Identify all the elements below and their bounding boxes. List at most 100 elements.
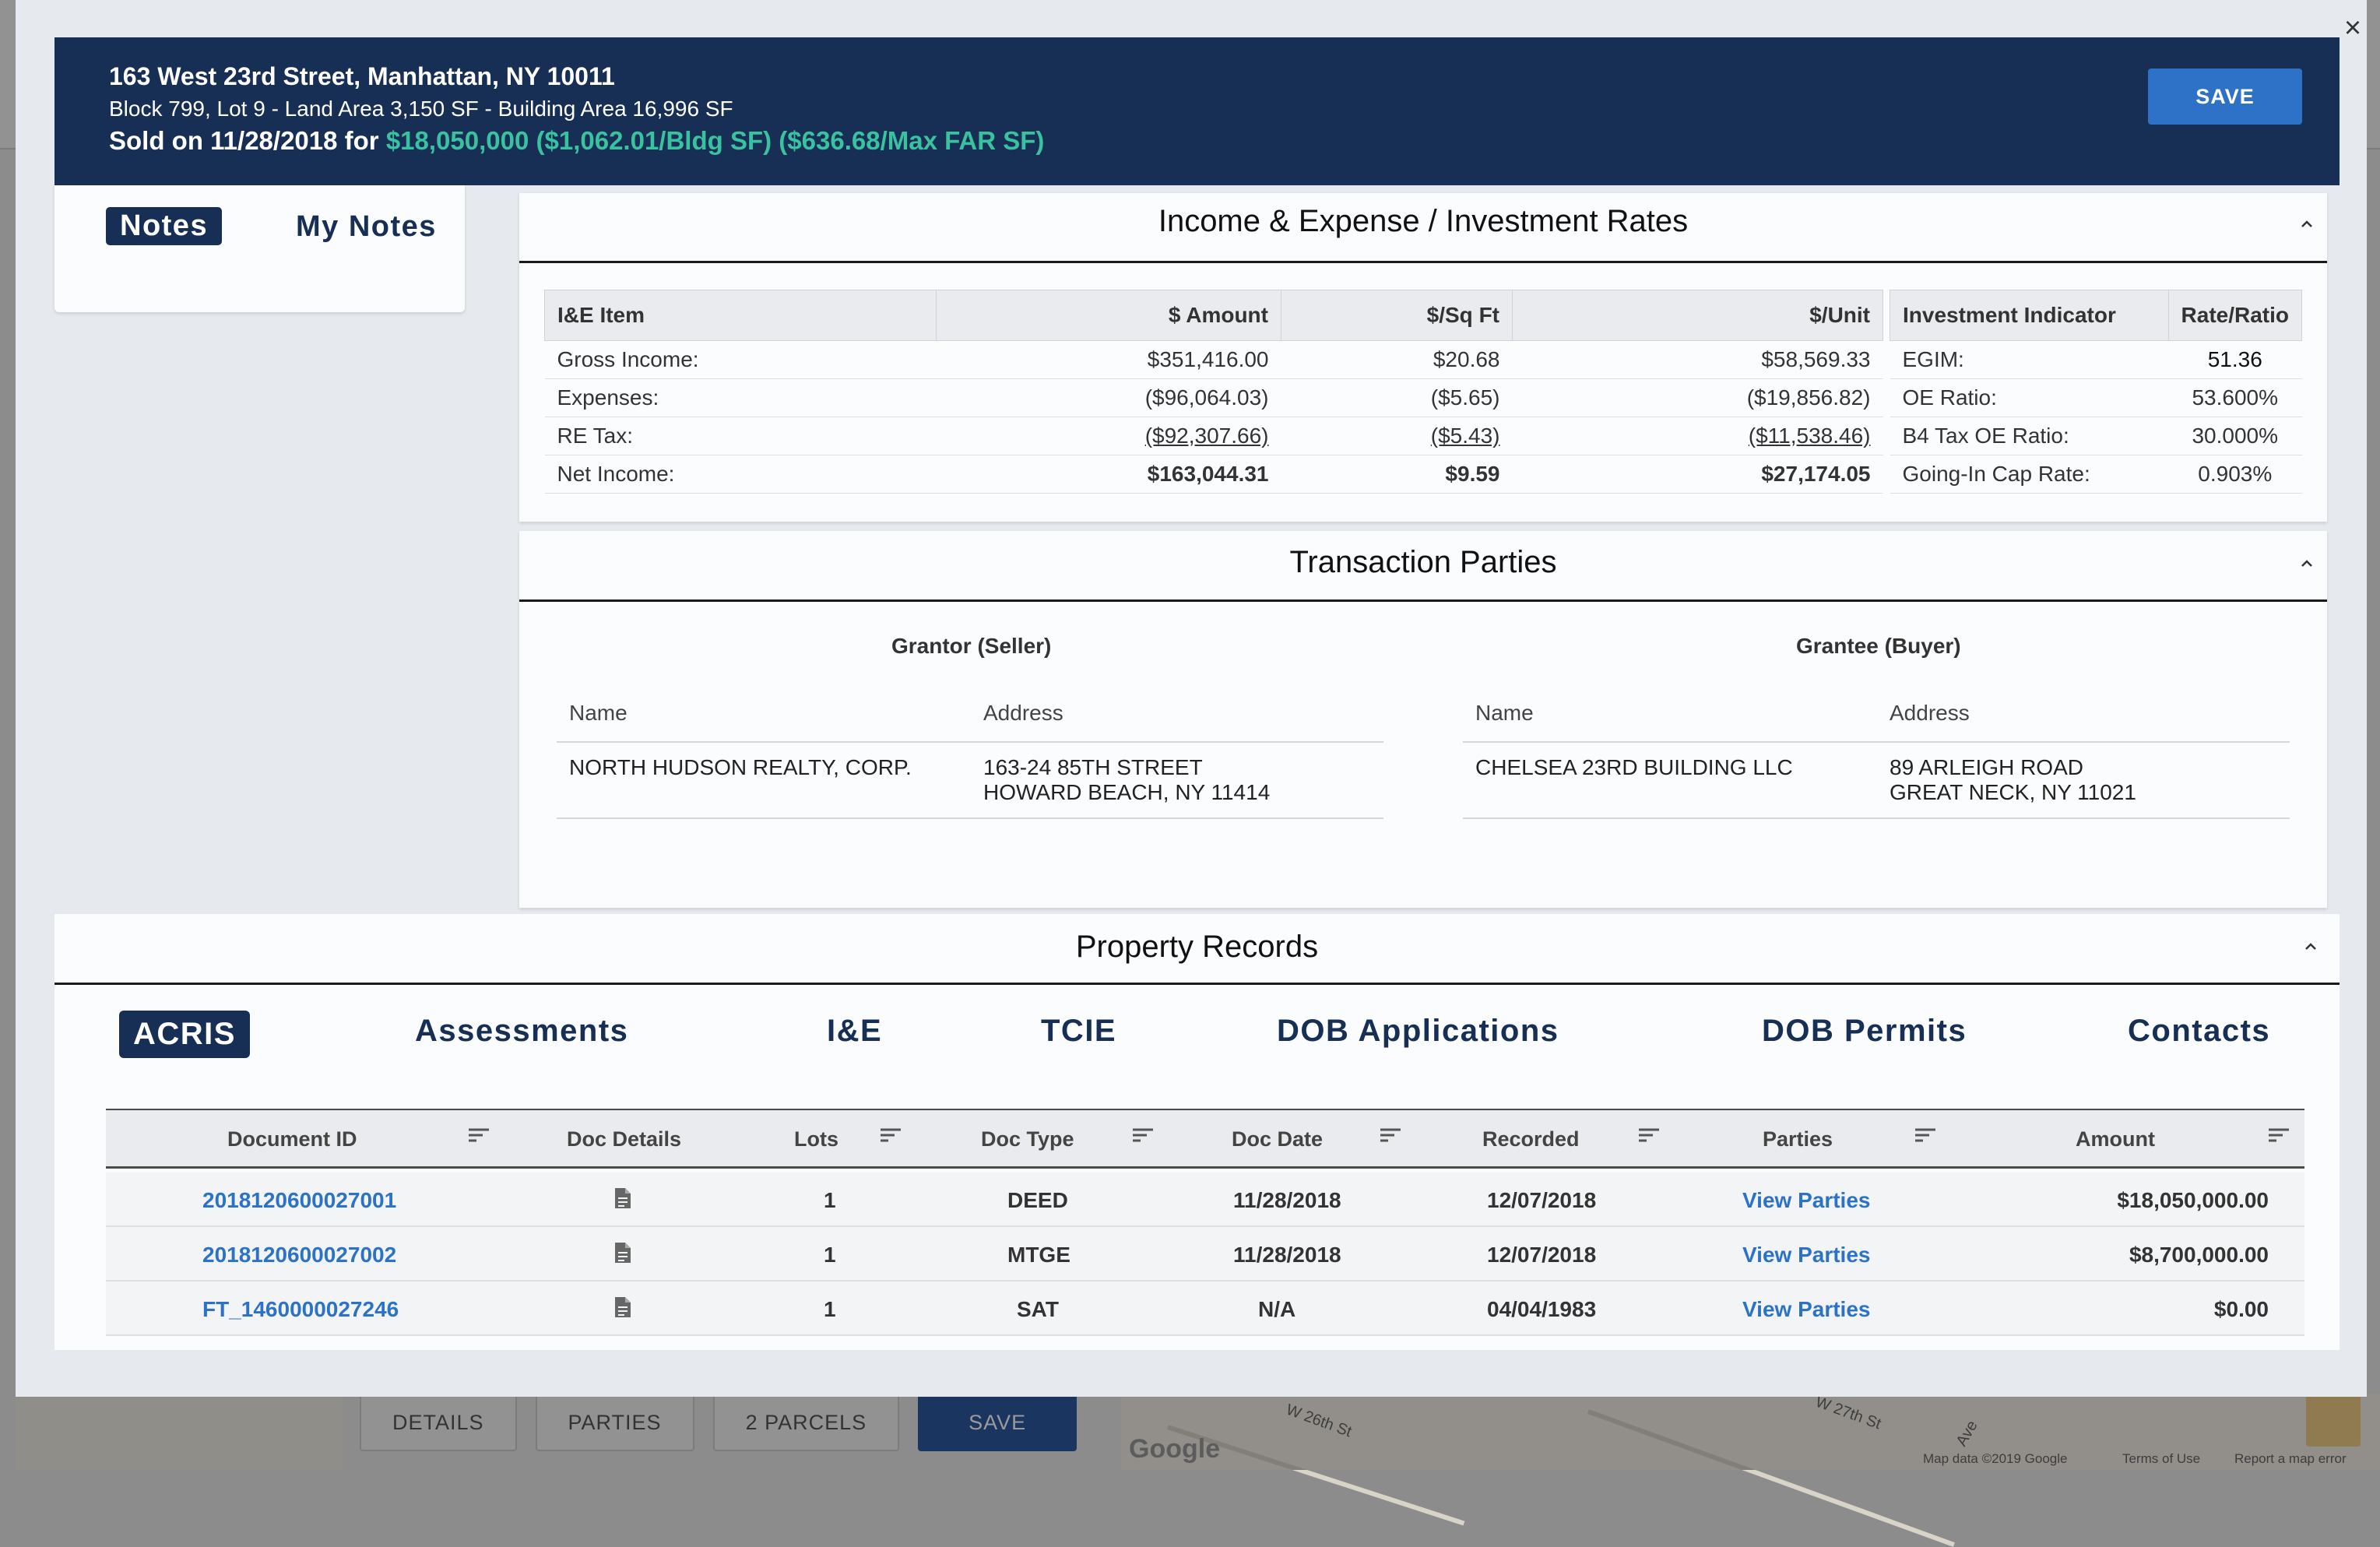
table-row: OE Ratio: 53.600% bbox=[1890, 378, 2302, 417]
ie-table-header: I&E Item $ Amount $/Sq Ft $/Unit bbox=[544, 290, 1883, 341]
acris-table-header: Document ID Doc Details Lots Doc Type Do… bbox=[106, 1109, 2304, 1169]
sort-icon[interactable] bbox=[1131, 1126, 1155, 1144]
ie-item-expenses: Expenses: bbox=[544, 378, 937, 417]
chevron-up-icon[interactable] bbox=[2303, 939, 2318, 955]
column-header-doc-type[interactable]: Doc Type bbox=[981, 1127, 1074, 1151]
re-tax-amount-cell: ($92,307.66) bbox=[936, 417, 1281, 455]
column-header-document-id[interactable]: Document ID bbox=[227, 1127, 357, 1151]
view-parties-link[interactable]: View Parties bbox=[1742, 1297, 1870, 1322]
sort-icon[interactable] bbox=[1379, 1126, 1402, 1144]
amount-value: $8,700,000.00 bbox=[2129, 1243, 2269, 1267]
sort-icon[interactable] bbox=[2267, 1126, 2290, 1144]
document-icon[interactable] bbox=[613, 1187, 632, 1210]
doc-date-value: 11/28/2018 bbox=[1233, 1243, 1341, 1267]
table-row: FT_1460000027246 1 SAT N/A 04/04/1983 Vi… bbox=[106, 1282, 2304, 1336]
document-id-link[interactable]: 2018120600027002 bbox=[202, 1243, 396, 1267]
column-header-parties[interactable]: Parties bbox=[1763, 1127, 1833, 1151]
income-expense-divider bbox=[519, 261, 2327, 263]
document-id-link[interactable]: 2018120600027001 bbox=[202, 1188, 396, 1213]
net-income-unit: $27,174.05 bbox=[1512, 455, 1883, 494]
table-row: 2018120600027001 1 DEED 11/28/2018 12/07… bbox=[106, 1173, 2304, 1227]
lots-value: 1 bbox=[824, 1188, 836, 1212]
chevron-up-icon[interactable] bbox=[2299, 216, 2315, 232]
column-header-rate-ratio: Rate/Ratio bbox=[2167, 290, 2303, 341]
sale-date-label: Sold on 11/28/2018 for bbox=[109, 126, 379, 155]
tab-assessments[interactable]: Assessments bbox=[415, 1014, 628, 1049]
column-header-sqft: $/Sq Ft bbox=[1281, 290, 1513, 341]
egim-value: 51.36 bbox=[2168, 340, 2302, 379]
net-income-sqft: $9.59 bbox=[1281, 455, 1513, 494]
tab-contacts[interactable]: Contacts bbox=[2128, 1014, 2270, 1049]
table-row: 2018120600027002 1 MTGE 11/28/2018 12/07… bbox=[106, 1227, 2304, 1282]
grantee-address: 89 ARLEIGH ROAD GREAT NECK, NY 11021 bbox=[1890, 755, 2136, 805]
re-tax-unit: ($11,538.46) bbox=[1748, 424, 1871, 448]
column-header-amount: $ Amount bbox=[936, 290, 1281, 341]
net-income-amount: $163,044.31 bbox=[936, 455, 1281, 494]
document-id-link[interactable]: FT_1460000027246 bbox=[202, 1297, 399, 1322]
document-icon[interactable] bbox=[613, 1296, 632, 1319]
indicator-egim: EGIM: bbox=[1890, 340, 2169, 379]
chevron-up-icon[interactable] bbox=[2299, 556, 2315, 571]
tab-my-notes[interactable]: My Notes bbox=[296, 210, 437, 244]
grantee-header-rule bbox=[1463, 741, 2290, 743]
tab-tcie[interactable]: TCIE bbox=[1041, 1014, 1116, 1049]
view-parties-link[interactable]: View Parties bbox=[1742, 1243, 1870, 1267]
save-button[interactable]: SAVE bbox=[2148, 69, 2302, 125]
view-parties-link[interactable]: View Parties bbox=[1742, 1188, 1870, 1213]
doc-type-value: SAT bbox=[1017, 1297, 1059, 1321]
property-records-divider bbox=[54, 983, 2340, 985]
ie-item-gross-income: Gross Income: bbox=[544, 340, 937, 379]
recorded-date-value: 12/07/2018 bbox=[1487, 1243, 1597, 1267]
lots-value: 1 bbox=[824, 1243, 836, 1267]
b4-tax-oe-ratio-value: 30.000% bbox=[2168, 417, 2302, 455]
property-sale-modal: × 163 West 23rd Street, Manhattan, NY 10… bbox=[16, 0, 2367, 1397]
tab-dob-permits[interactable]: DOB Permits bbox=[1762, 1014, 1967, 1049]
ie-table: I&E Item $ Amount $/Sq Ft $/Unit Gross I… bbox=[544, 290, 1883, 494]
gross-income-sqft: $20.68 bbox=[1281, 340, 1513, 379]
gross-income-unit: $58,569.33 bbox=[1512, 340, 1883, 379]
grantor-row-rule bbox=[557, 817, 1383, 819]
tab-dob-applications[interactable]: DOB Applications bbox=[1277, 1014, 1559, 1049]
grantor-address: 163-24 85TH STREET HOWARD BEACH, NY 1141… bbox=[983, 755, 1270, 805]
property-address: 163 West 23rd Street, Manhattan, NY 1001… bbox=[109, 62, 615, 90]
table-row: Net Income: $163,044.31 $9.59 $27,174.05 bbox=[544, 455, 1883, 494]
column-header-doc-date[interactable]: Doc Date bbox=[1232, 1127, 1323, 1151]
document-icon[interactable] bbox=[613, 1241, 632, 1264]
expenses-sqft: ($5.65) bbox=[1281, 378, 1513, 417]
grantee-address-label: Address bbox=[1890, 701, 1970, 725]
doc-date-value: N/A bbox=[1258, 1297, 1296, 1321]
doc-type-value: DEED bbox=[1007, 1188, 1068, 1212]
grantor-address-label: Address bbox=[983, 701, 1063, 725]
re-tax-sqft: ($5.43) bbox=[1430, 424, 1500, 448]
tab-ie[interactable]: I&E bbox=[827, 1014, 882, 1049]
investment-table-header: Investment Indicator Rate/Ratio bbox=[1890, 290, 2303, 341]
sort-icon[interactable] bbox=[1637, 1126, 1661, 1144]
column-header-ie-item: I&E Item bbox=[544, 290, 937, 341]
column-header-recorded[interactable]: Recorded bbox=[1482, 1127, 1580, 1151]
doc-date-value: 11/28/2018 bbox=[1233, 1188, 1341, 1212]
recorded-date-value: 04/04/1983 bbox=[1487, 1297, 1597, 1321]
sort-icon[interactable] bbox=[1914, 1126, 1937, 1144]
notes-panel: Notes My Notes bbox=[54, 185, 465, 312]
close-icon[interactable]: × bbox=[2336, 11, 2370, 45]
sort-icon[interactable] bbox=[879, 1126, 902, 1144]
re-tax-amount: ($92,307.66) bbox=[1144, 424, 1269, 448]
oe-ratio-value: 53.600% bbox=[2168, 378, 2302, 417]
table-row: RE Tax: ($92,307.66) ($5.43) ($11,538.46… bbox=[544, 417, 1883, 455]
grantor-header-rule bbox=[557, 741, 1383, 743]
transaction-parties-divider bbox=[519, 599, 2327, 602]
grantee-address-line1: 89 ARLEIGH ROAD bbox=[1890, 755, 2083, 779]
grantee-name-label: Name bbox=[1475, 701, 1534, 725]
going-in-cap-rate-value: 0.903% bbox=[2168, 455, 2302, 494]
sort-icon[interactable] bbox=[467, 1126, 490, 1144]
column-header-amount[interactable]: Amount bbox=[2076, 1127, 2155, 1151]
recorded-date-value: 12/07/2018 bbox=[1487, 1188, 1597, 1212]
ie-item-re-tax: RE Tax: bbox=[544, 417, 937, 455]
doc-type-value: MTGE bbox=[1007, 1243, 1070, 1267]
investment-table: Investment Indicator Rate/Ratio EGIM: 51… bbox=[1890, 290, 2303, 494]
tab-notes[interactable]: Notes bbox=[106, 207, 223, 245]
sale-price-values: $18,050,000 ($1,062.01/Bldg SF) ($636.68… bbox=[385, 126, 1045, 155]
tab-acris[interactable]: ACRIS bbox=[119, 1011, 250, 1058]
grantor-name: NORTH HUDSON REALTY, CORP. bbox=[569, 755, 912, 779]
column-header-lots[interactable]: Lots bbox=[794, 1127, 838, 1151]
